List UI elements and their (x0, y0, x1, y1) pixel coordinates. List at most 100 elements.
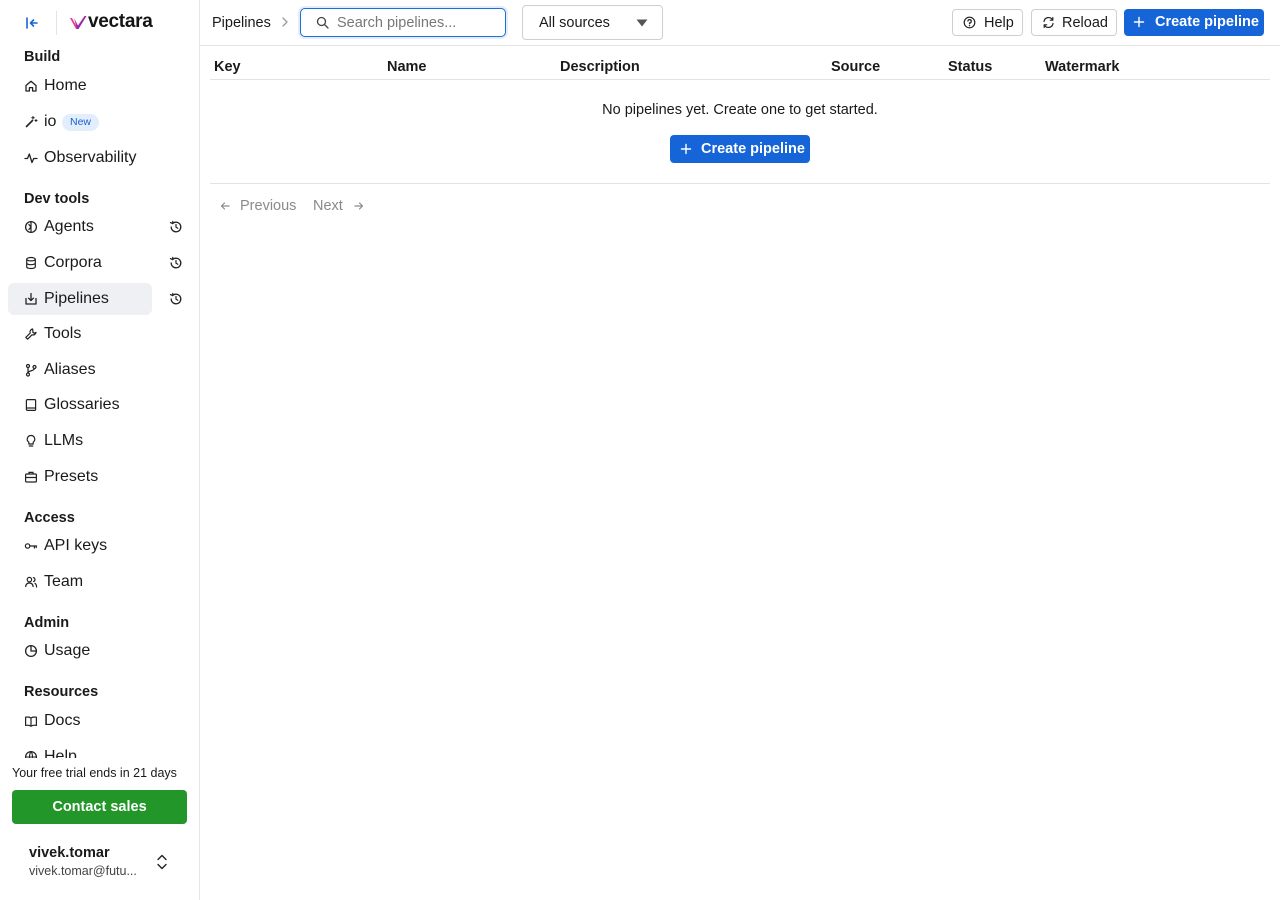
sidebar-item-team[interactable]: Team (8, 566, 152, 598)
sidebar-item-usage[interactable]: Usage (8, 635, 152, 667)
breadcrumb[interactable]: Pipelines (212, 15, 271, 31)
help-button[interactable]: Help (952, 9, 1023, 36)
arrow-right-icon (354, 202, 364, 210)
sidebar-item-label: Home (44, 77, 87, 94)
source-filter-value: All sources (539, 15, 610, 31)
caret-down-icon (636, 19, 648, 27)
home-icon (25, 80, 37, 92)
help-label: Help (984, 15, 1014, 31)
sidebar-item-label: Tools (44, 325, 82, 342)
column-header-source[interactable]: Source (831, 59, 880, 75)
sidebar-item-label: Observability (44, 149, 137, 166)
create-pipeline-label: Create pipeline (1155, 14, 1259, 30)
vectara-logo-icon[interactable] (69, 14, 87, 32)
database-icon (26, 256, 36, 270)
next-label: Next (313, 198, 343, 214)
section-title-access: Access (24, 510, 75, 526)
section-title-admin: Admin (24, 615, 70, 631)
brand-divider (56, 11, 57, 35)
sidebar-item-docs[interactable]: Docs (8, 705, 152, 737)
pipeline-icon (25, 292, 37, 305)
sidebar-item-home[interactable]: Home (8, 70, 152, 102)
brand-row: vectara (0, 0, 199, 46)
sidebar-item-pipelines[interactable]: Pipelines (8, 283, 152, 315)
trial-notice: Your free trial ends in 21 days (12, 766, 177, 780)
sidebar-item-label: io (44, 113, 57, 130)
contact-sales-button[interactable]: Contact sales (12, 790, 187, 824)
reload-button[interactable]: Reload (1031, 9, 1117, 36)
sidebar-item-label: Corpora (44, 254, 102, 271)
sidebar: vectara Build Home io New Observability … (0, 0, 200, 900)
empty-state-message: No pipelines yet. Create one to get star… (602, 102, 878, 118)
sidebar-item-label: Team (44, 573, 84, 590)
pie-chart-icon (24, 644, 38, 658)
sidebar-item-label: Aliases (44, 361, 96, 378)
sidebar-item-label: Pipelines (44, 290, 109, 307)
sidebar-item-help[interactable]: Help (8, 741, 152, 758)
team-icon (25, 576, 38, 588)
help-circle-icon (963, 16, 976, 29)
sidebar-item-glossaries[interactable]: Glossaries (8, 389, 152, 421)
sidebar-item-tools[interactable]: Tools (8, 318, 152, 350)
sidebar-nav: Build Home io New Observability Dev tool… (0, 46, 199, 758)
sidebar-item-label: Agents (44, 218, 94, 235)
table-divider (210, 183, 1270, 184)
sidebar-item-label: API keys (44, 537, 108, 554)
create-pipeline-label: Create pipeline (701, 141, 805, 157)
chevron-right-icon (282, 17, 288, 27)
column-header-key[interactable]: Key (214, 59, 241, 75)
sidebar-item-label: Glossaries (44, 396, 120, 413)
sidebar-item-label: Docs (44, 712, 81, 729)
user-email: vivek.tomar@futu... (29, 864, 137, 878)
empty-state-create-pipeline-button[interactable]: Create pipeline (670, 135, 810, 163)
search-input[interactable] (337, 13, 497, 32)
agents-history-icon[interactable] (168, 219, 184, 235)
book-icon (25, 399, 37, 412)
sidebar-item-agents[interactable]: Agents (8, 211, 152, 243)
plus-icon (680, 143, 692, 155)
section-title-build: Build (24, 49, 61, 65)
agent-icon (24, 220, 38, 234)
section-title-dev-tools: Dev tools (24, 191, 90, 207)
reload-icon (1043, 16, 1054, 29)
search-box[interactable] (300, 8, 506, 37)
wrench-icon (25, 328, 37, 340)
column-header-name[interactable]: Name (387, 59, 427, 75)
sidebar-item-presets[interactable]: Presets (8, 461, 152, 493)
lightbulb-icon (26, 434, 36, 447)
create-pipeline-button[interactable]: Create pipeline (1124, 9, 1264, 36)
sidebar-item-llms[interactable]: LLMs (8, 425, 152, 457)
column-header-status[interactable]: Status (948, 59, 992, 75)
arrow-left-icon (220, 202, 230, 210)
sidebar-item-corpora[interactable]: Corpora (8, 247, 152, 279)
globe-icon (25, 751, 37, 758)
corpora-history-icon[interactable] (168, 255, 184, 271)
git-branch-icon (25, 363, 37, 377)
sidebar-item-label: Presets (44, 468, 99, 485)
sidebar-item-observability[interactable]: Observability (8, 142, 152, 174)
user-name: vivek.tomar (29, 845, 110, 861)
briefcase-icon (25, 471, 38, 483)
source-filter-select[interactable]: All sources (522, 5, 663, 40)
search-icon (316, 16, 329, 29)
magic-wand-icon (25, 115, 38, 128)
sidebar-item-api-keys[interactable]: API keys (8, 530, 152, 562)
column-header-description[interactable]: Description (560, 59, 640, 75)
docs-icon (25, 716, 37, 727)
plus-icon (1133, 16, 1145, 28)
brand-name: vectara (88, 11, 153, 32)
new-badge: New (62, 114, 100, 131)
pipelines-history-icon[interactable] (168, 291, 184, 307)
key-icon (24, 543, 38, 549)
section-title-resources: Resources (24, 684, 99, 700)
sidebar-item-io[interactable]: io New (8, 106, 152, 138)
top-bar: Pipelines All sources Help Reload Create… (200, 0, 1280, 46)
sidebar-item-label: Help (44, 748, 77, 758)
chevron-up-down-icon[interactable] (154, 853, 170, 871)
sidebar-item-aliases[interactable]: Aliases (8, 354, 152, 386)
column-header-watermark[interactable]: Watermark (1045, 59, 1119, 75)
activity-icon (24, 153, 38, 164)
sidebar-item-label: LLMs (44, 432, 84, 449)
reload-label: Reload (1062, 15, 1108, 31)
collapse-sidebar-icon[interactable] (23, 14, 41, 32)
